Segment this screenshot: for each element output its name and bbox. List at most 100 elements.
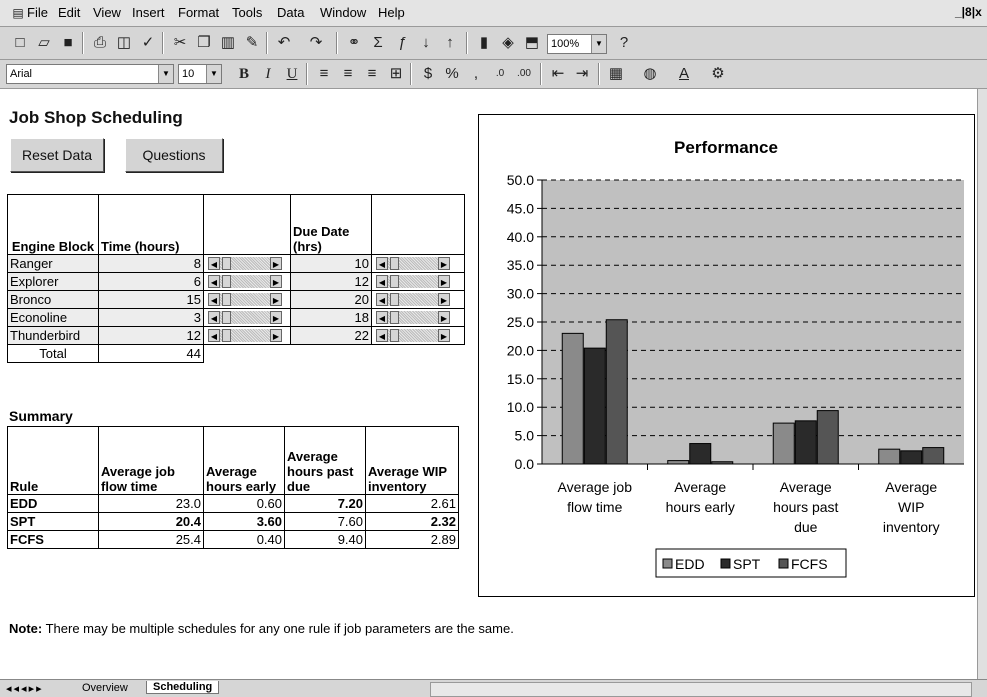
chevron-down-icon[interactable]: ▼ [158, 65, 173, 83]
spelling-icon[interactable]: ✓ [138, 33, 158, 53]
job-due[interactable]: 22 [290, 326, 372, 345]
scroll-left-icon[interactable]: ◀ [376, 310, 388, 324]
align-center-icon[interactable]: ≡ [338, 64, 358, 84]
scroll-thumb[interactable] [222, 256, 231, 270]
menu-edit[interactable]: Edit [58, 5, 80, 20]
due-scrollbar[interactable]: ◀ ▶ [374, 310, 462, 325]
scroll-right-icon[interactable]: ▶ [270, 274, 282, 288]
decrease-indent-icon[interactable]: ⇤ [548, 64, 568, 84]
menu-tools[interactable]: Tools [232, 5, 262, 20]
job-due[interactable]: 12 [290, 272, 372, 291]
scroll-right-icon[interactable]: ▶ [270, 310, 282, 324]
scroll-left-icon[interactable]: ◀ [208, 310, 220, 324]
copy-icon[interactable]: ❐ [194, 33, 214, 53]
menu-format[interactable]: Format [178, 5, 219, 20]
font-color-icon[interactable]: A [674, 64, 694, 84]
bold-icon[interactable]: B [234, 64, 254, 84]
scroll-right-icon[interactable]: ▶ [270, 256, 282, 270]
print-icon[interactable]: ⎙ [90, 33, 110, 53]
bar-spt[interactable] [794, 420, 817, 465]
fill-color-icon[interactable]: ◍ [640, 64, 660, 84]
menu-window[interactable]: Window [320, 5, 366, 20]
bar-spt[interactable] [689, 443, 712, 465]
scroll-thumb[interactable] [222, 328, 231, 342]
scroll-thumb[interactable] [390, 328, 399, 342]
chevron-down-icon[interactable]: ▼ [206, 65, 221, 83]
job-due[interactable]: 20 [290, 290, 372, 309]
bar-edd[interactable] [878, 448, 901, 465]
scroll-left-icon[interactable]: ◀ [376, 292, 388, 306]
time-scrollbar[interactable]: ◀ ▶ [206, 310, 288, 325]
paste-icon[interactable]: ▥ [218, 33, 238, 53]
scroll-thumb[interactable] [390, 274, 399, 288]
scroll-right-icon[interactable]: ▶ [270, 328, 282, 342]
scroll-thumb[interactable] [222, 292, 231, 306]
menu-help[interactable]: Help [378, 5, 405, 20]
bar-fcfs[interactable] [711, 461, 734, 465]
job-time[interactable]: 15 [98, 290, 204, 309]
undo-icon[interactable]: ↶ [274, 33, 294, 53]
job-time[interactable]: 6 [98, 272, 204, 291]
job-time[interactable]: 8 [98, 254, 204, 273]
menu-view[interactable]: View [93, 5, 121, 20]
align-left-icon[interactable]: ≡ [314, 64, 334, 84]
chevron-down-icon[interactable]: ▼ [591, 35, 606, 53]
scroll-right-icon[interactable]: ▶ [438, 310, 450, 324]
window-controls[interactable]: _|8|x [955, 5, 982, 19]
bar-fcfs[interactable] [605, 319, 628, 465]
menu-data[interactable]: Data [277, 5, 304, 20]
hyperlink-icon[interactable]: ⚭ [344, 33, 364, 53]
redo-icon[interactable]: ↷ [306, 33, 326, 53]
scroll-left-icon[interactable]: ◀ [208, 256, 220, 270]
open-icon[interactable]: ▱ [34, 33, 54, 53]
autosum-icon[interactable]: Σ [368, 33, 388, 53]
map-icon[interactable]: ⬒ [522, 33, 542, 53]
questions-button[interactable]: Questions [125, 138, 223, 172]
tab-scheduling[interactable]: Scheduling [146, 681, 220, 694]
bar-edd[interactable] [561, 332, 584, 465]
time-scrollbar[interactable]: ◀ ▶ [206, 292, 288, 307]
decrease-decimal-icon[interactable]: .00 [514, 64, 534, 84]
menu-insert[interactable]: Insert [132, 5, 165, 20]
time-scrollbar[interactable]: ◀ ▶ [206, 274, 288, 289]
job-time[interactable]: 12 [98, 326, 204, 345]
function-icon[interactable]: ƒ [392, 33, 412, 53]
vertical-scrollbar[interactable] [977, 89, 987, 679]
extra-tools-icon[interactable]: ⚙ [708, 64, 728, 84]
bar-edd[interactable] [667, 460, 690, 465]
comma-icon[interactable]: , [466, 64, 486, 84]
scroll-right-icon[interactable]: ▶ [438, 274, 450, 288]
font-size-select[interactable]: 10 ▼ [178, 64, 222, 84]
merge-center-icon[interactable]: ⊞ [386, 64, 406, 84]
percent-icon[interactable]: % [442, 64, 462, 84]
scroll-right-icon[interactable]: ▶ [438, 256, 450, 270]
italic-icon[interactable]: I [258, 64, 278, 84]
increase-indent-icon[interactable]: ⇥ [572, 64, 592, 84]
horizontal-scrollbar[interactable] [430, 682, 972, 697]
drawing-icon[interactable]: ◈ [498, 33, 518, 53]
new-icon[interactable]: □ [10, 33, 30, 53]
scroll-thumb[interactable] [222, 274, 231, 288]
scroll-thumb[interactable] [390, 256, 399, 270]
due-scrollbar[interactable]: ◀ ▶ [374, 328, 462, 343]
chart-wizard-icon[interactable]: ▮ [474, 33, 494, 53]
save-icon[interactable]: ■ [58, 33, 78, 53]
align-right-icon[interactable]: ≡ [362, 64, 382, 84]
excel-doc-icon[interactable]: ▤ [8, 3, 28, 23]
scroll-thumb[interactable] [390, 310, 399, 324]
print-preview-icon[interactable]: ◫ [114, 33, 134, 53]
format-painter-icon[interactable]: ✎ [242, 33, 262, 53]
scroll-thumb[interactable] [222, 310, 231, 324]
job-due[interactable]: 10 [290, 254, 372, 273]
bar-spt[interactable] [583, 347, 606, 465]
bar-fcfs[interactable] [816, 410, 839, 465]
bar-spt[interactable] [900, 450, 923, 465]
due-scrollbar[interactable]: ◀ ▶ [374, 292, 462, 307]
zoom-select[interactable]: 100% ▼ [547, 34, 607, 54]
performance-chart[interactable]: Performance 0.0 5.0 10.0 15.0 20.0 25.0 30.0 35.… [478, 114, 975, 597]
font-select[interactable]: Arial ▼ [6, 64, 174, 84]
job-due[interactable]: 18 [290, 308, 372, 327]
help-icon[interactable]: ? [614, 33, 634, 53]
scroll-right-icon[interactable]: ▶ [270, 292, 282, 306]
menu-file[interactable]: File [27, 5, 48, 20]
